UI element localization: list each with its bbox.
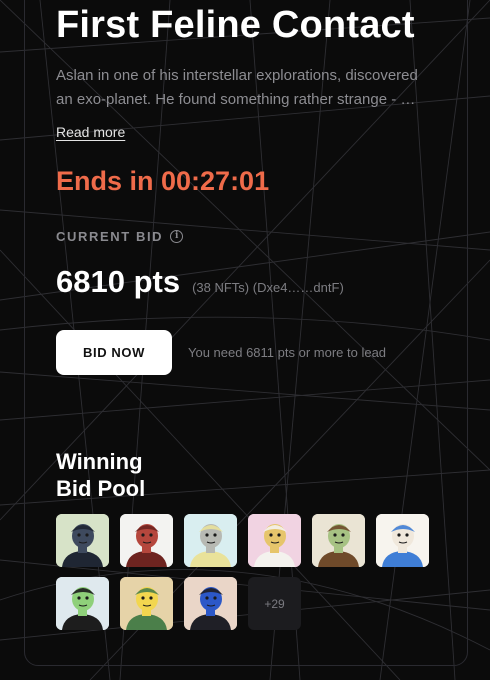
red-hair-avatar[interactable] — [120, 514, 173, 567]
bid-now-button[interactable]: BID NOW — [56, 330, 172, 375]
current-bid-label: CURRENT BID — [56, 229, 164, 244]
green-spiky-avatar[interactable] — [56, 577, 109, 630]
bid-pool-grid: +29 — [56, 514, 429, 630]
pink-golden-avatar[interactable] — [248, 514, 301, 567]
read-more-link[interactable]: Read more — [56, 124, 125, 140]
gray-alien-avatar[interactable] — [184, 514, 237, 567]
blue-helmet-avatar[interactable] — [184, 577, 237, 630]
description-line: an exo-planet. He found something rather… — [56, 91, 416, 108]
description-line: Aslan in one of his interstellar explora… — [56, 67, 418, 84]
more-bidders-tile[interactable]: +29 — [248, 577, 301, 630]
bid-hint-text: You need 6811 pts or more to lead — [188, 345, 387, 360]
current-bid-row: 6810 pts (38 NFTs) (Dxe4……dntF) — [56, 264, 344, 300]
pool-title-line: Winning — [56, 449, 143, 474]
current-bid-header: CURRENT BID i — [56, 229, 184, 244]
pool-title-line: Bid Pool — [56, 476, 146, 501]
winning-bid-pool-title: Winning Bid Pool — [56, 448, 145, 502]
cap-bubblegum-avatar[interactable] — [376, 514, 429, 567]
current-bid-value: 6810 pts — [56, 264, 181, 299]
hooded-skull-avatar[interactable] — [56, 514, 109, 567]
auction-description: Aslan in one of his interstellar explora… — [56, 64, 434, 112]
countdown-timer: Ends in 00:27:01 — [56, 166, 270, 196]
current-bid-meta: (38 NFTs) (Dxe4……dntF) — [192, 280, 344, 295]
auction-title: First Feline Contact — [56, 4, 415, 46]
yellow-dino-avatar[interactable] — [120, 577, 173, 630]
info-icon[interactable]: i — [170, 230, 184, 243]
green-zombie-avatar[interactable] — [312, 514, 365, 567]
